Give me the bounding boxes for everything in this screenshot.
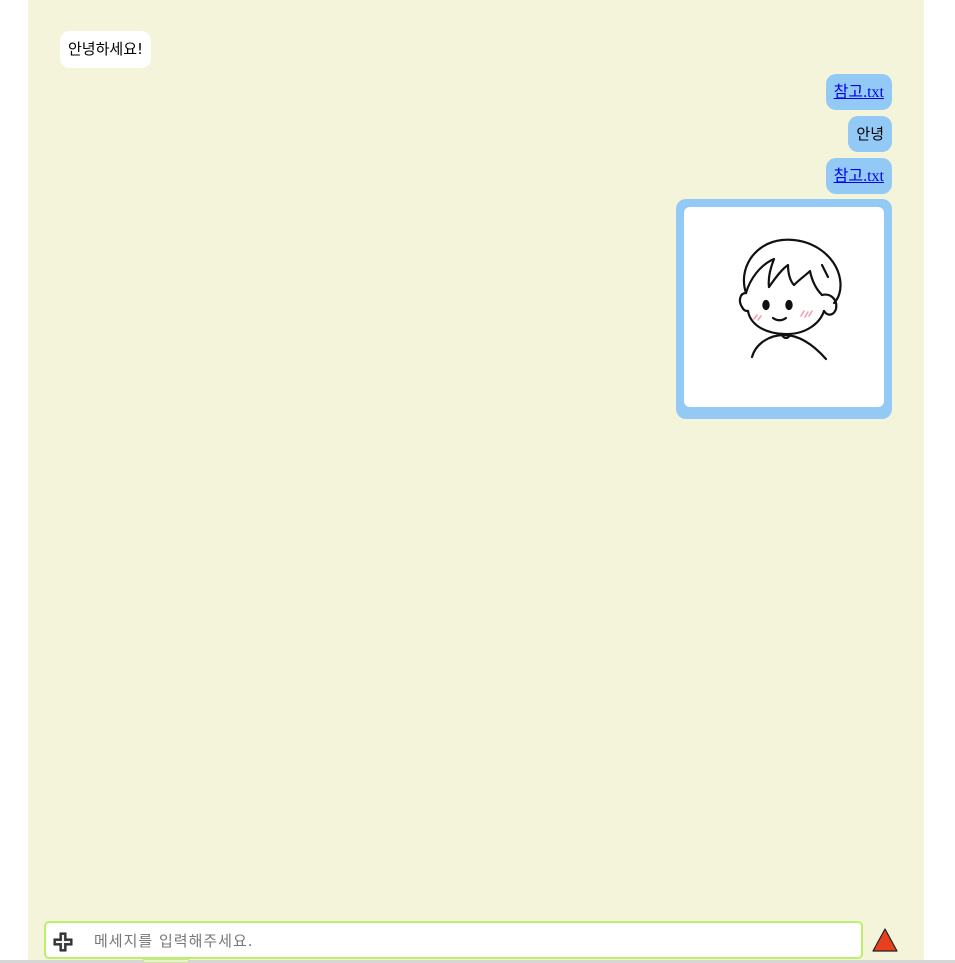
plus-icon[interactable] (53, 932, 73, 952)
outgoing-image-message[interactable] (676, 199, 892, 419)
outgoing-file-message: 참고.txt (825, 74, 892, 110)
file-link[interactable]: 참고.txt (834, 168, 884, 185)
message-list: 안녕하세요! 참고.txt 안녕 참고.txt (28, 0, 924, 900)
message-input[interactable] (92, 926, 856, 956)
message-text: 안녕 (856, 125, 884, 143)
send-icon[interactable] (871, 927, 899, 953)
outgoing-file-message: 참고.txt (825, 158, 892, 194)
file-link[interactable]: 참고.txt (834, 84, 884, 101)
message-text: 안녕하세요! (68, 40, 144, 58)
bottom-tab (143, 959, 189, 963)
outgoing-message: 안녕 (848, 116, 892, 152)
chat-panel: 안녕하세요! 참고.txt 안녕 참고.txt (28, 0, 924, 963)
cartoon-boy-avatar-icon (684, 207, 884, 407)
incoming-message: 안녕하세요! (60, 31, 152, 68)
message-composer (44, 921, 863, 959)
